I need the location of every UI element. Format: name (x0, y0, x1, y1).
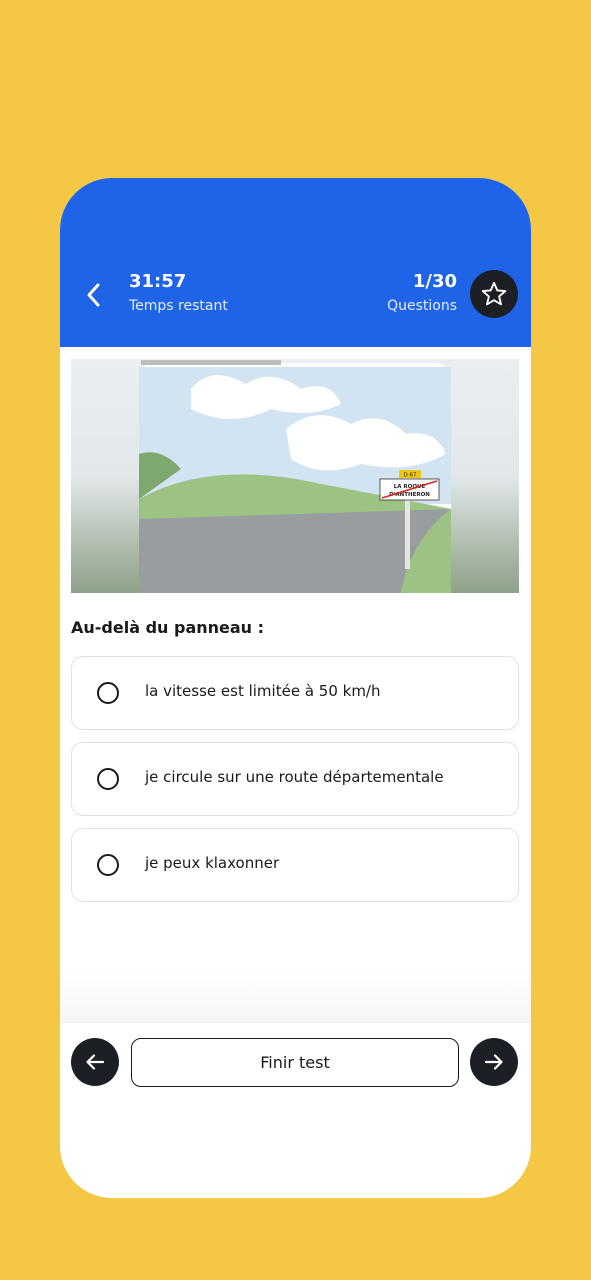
finish-test-button[interactable]: Finir test (131, 1038, 459, 1087)
arrow-right-icon (484, 1054, 503, 1070)
sign-route-label: D 67 (404, 473, 417, 479)
answer-option-1[interactable]: la vitesse est limitée à 50 km/h (71, 656, 519, 730)
previous-button[interactable] (71, 1038, 119, 1086)
app-screen: 31:57 Temps restant 1/30 Questions D 67 (60, 178, 531, 1198)
timer-label: Temps restant (129, 298, 228, 314)
chevron-left-icon (87, 283, 100, 307)
star-icon (481, 281, 507, 306)
radio-icon (97, 682, 119, 704)
question-text: Au-delà du panneau : (71, 618, 265, 637)
answer-option-label: je peux klaxonner (145, 854, 280, 872)
radio-icon (97, 854, 119, 876)
header: 31:57 Temps restant 1/30 Questions (60, 178, 531, 347)
answer-option-2[interactable]: je circule sur une route départementale (71, 742, 519, 816)
answer-option-label: je circule sur une route départementale (145, 768, 444, 786)
answer-option-label: la vitesse est limitée à 50 km/h (145, 682, 381, 700)
sign-town-line2: D'ANTHERON (389, 492, 430, 498)
arrow-left-icon (86, 1054, 105, 1070)
timer-value: 31:57 (129, 271, 187, 292)
back-button[interactable] (78, 278, 108, 312)
next-button[interactable] (470, 1038, 518, 1086)
question-counter: 1/30 (412, 271, 457, 292)
question-image: D 67 LA ROQUE D'ANTHERON (71, 359, 519, 593)
favorite-button[interactable] (470, 270, 518, 318)
road-scene-illustration: D 67 LA ROQUE D'ANTHERON (139, 360, 451, 593)
scroll-fade (60, 968, 531, 1023)
radio-icon (97, 768, 119, 790)
answer-option-3[interactable]: je peux klaxonner (71, 828, 519, 902)
question-counter-label: Questions (387, 298, 457, 314)
